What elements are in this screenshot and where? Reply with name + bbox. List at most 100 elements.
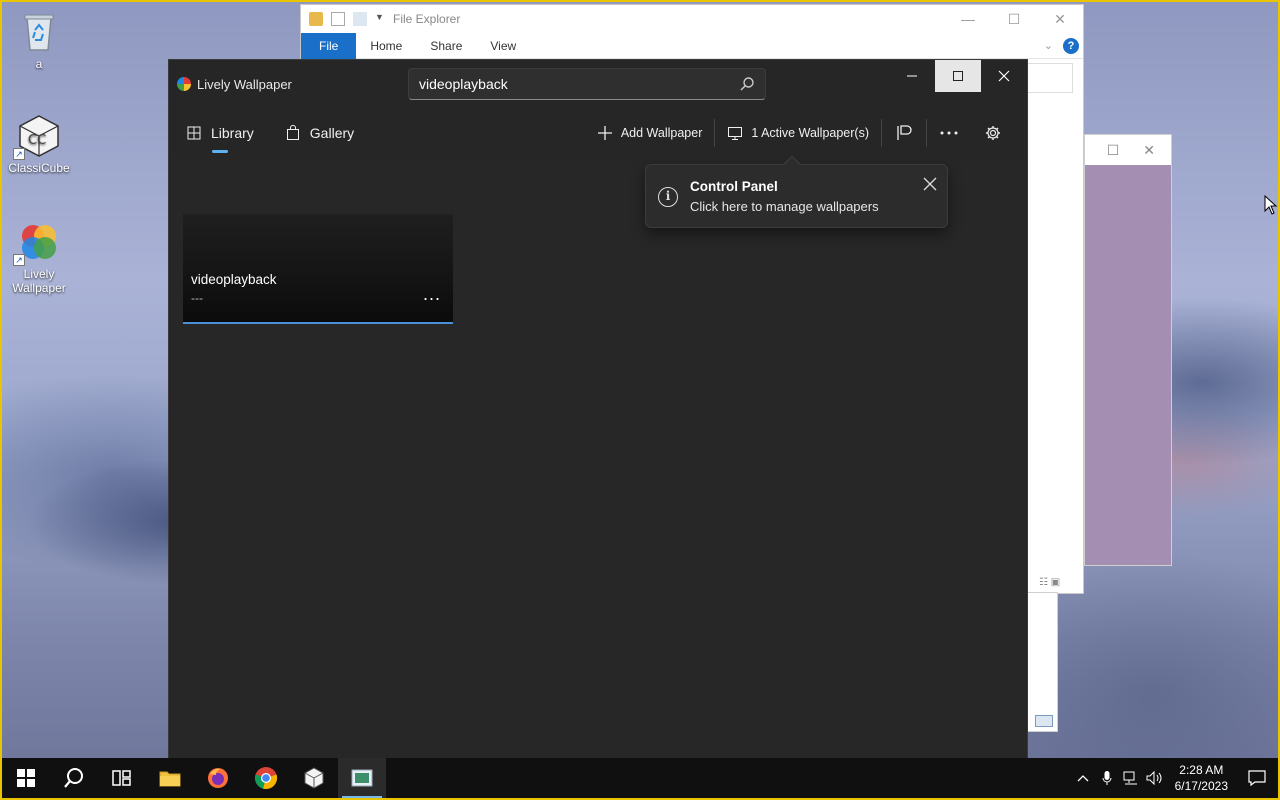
nav-gallery[interactable]: Gallery: [286, 115, 354, 151]
more-icon: [940, 131, 958, 135]
close-button[interactable]: ✕: [1143, 142, 1155, 159]
tab-file[interactable]: File: [301, 32, 357, 59]
action-center-button[interactable]: [1236, 770, 1278, 786]
desktop-icon-label: Lively Wallpaper: [12, 267, 66, 295]
new-folder-icon[interactable]: [353, 12, 367, 26]
notification-icon: [1248, 770, 1266, 786]
tooltip-title: Control Panel: [690, 179, 778, 194]
maximize-button[interactable]: [935, 60, 981, 92]
gear-icon: [986, 126, 1000, 140]
explorer-address-box[interactable]: [1027, 63, 1073, 93]
add-wallpaper-button[interactable]: Add Wallpaper: [585, 115, 715, 151]
classicube-taskbar-button[interactable]: [290, 758, 338, 798]
clock-date: 6/17/2023: [1174, 779, 1228, 793]
tooltip-message: Click here to manage wallpapers: [690, 199, 879, 214]
monitor-icon: [728, 127, 743, 140]
plus-icon: [597, 126, 612, 140]
windows-icon: [17, 769, 35, 787]
screensaver-button[interactable]: [882, 115, 926, 151]
lively-navbar: Library Gallery Add Wallpaper 1 Active W…: [169, 108, 1027, 158]
microphone-button[interactable]: [1095, 770, 1119, 786]
minimize-icon: [907, 75, 917, 77]
start-button[interactable]: [2, 758, 50, 798]
classicube-icon: [304, 767, 324, 789]
expand-ribbon-icon[interactable]: ⌄: [1044, 39, 1053, 52]
control-panel-tooltip[interactable]: i Control Panel Click here to manage wal…: [645, 155, 948, 228]
firefox-taskbar-button[interactable]: [194, 758, 242, 798]
add-wallpaper-label: Add Wallpaper: [620, 126, 703, 140]
nav-gallery-label: Gallery: [309, 125, 355, 141]
help-icon[interactable]: ?: [1063, 37, 1079, 54]
tab-home[interactable]: Home: [356, 33, 416, 59]
chevron-up-icon: [1077, 775, 1089, 782]
show-hidden-icons-button[interactable]: [1071, 774, 1095, 782]
lively-wallpaper-window[interactable]: Lively Wallpaper Libra: [168, 59, 1028, 763]
purple-window[interactable]: ☐ ✕: [1084, 134, 1172, 566]
desktop-icon-classicube[interactable]: CC ↗ ClassiCube: [3, 114, 75, 175]
shortcut-arrow-icon: ↗: [13, 254, 25, 266]
desktop-icon-recycle-bin[interactable]: a: [3, 10, 75, 71]
explorer-titlebar[interactable]: ▼ File Explorer — ☐ ✕: [301, 5, 1083, 33]
info-icon: i: [658, 187, 678, 207]
shortcut-arrow-icon: ↗: [13, 148, 25, 160]
taskbar: 2:28 AM 6/17/2023: [2, 758, 1278, 798]
tab-share[interactable]: Share: [416, 33, 476, 59]
lively-wallpaper-icon: ↗: [13, 220, 61, 266]
tooltip-close-button[interactable]: [923, 177, 937, 194]
nav-library[interactable]: Library: [187, 115, 254, 153]
flag-icon: [897, 125, 912, 140]
classicube-icon: CC ↗: [13, 114, 61, 160]
close-button[interactable]: ✕: [1037, 5, 1083, 33]
desktop-icon-lively[interactable]: ↗ Lively Wallpaper: [3, 220, 75, 295]
folder-icon: [159, 771, 181, 787]
explorer-title: File Explorer: [393, 12, 461, 26]
maximize-icon: [953, 71, 963, 81]
microphone-icon: [1102, 771, 1112, 785]
quick-access-dropdown-icon[interactable]: ▼: [375, 12, 384, 26]
lively-logo-icon: [177, 77, 191, 91]
chrome-icon: [254, 767, 278, 790]
shopping-bag-icon: [286, 125, 299, 140]
view-toggle-icon[interactable]: ☷ ▣: [1039, 577, 1073, 589]
active-wallpapers-button[interactable]: 1 Active Wallpaper(s): [715, 115, 881, 151]
volume-button[interactable]: [1143, 771, 1167, 785]
folder-icon: [309, 12, 323, 26]
search-box[interactable]: [408, 68, 766, 100]
minimize-button[interactable]: —: [945, 5, 991, 33]
lively-taskbar-button[interactable]: [338, 758, 386, 798]
settings-button[interactable]: [971, 115, 1015, 151]
tab-view[interactable]: View: [476, 33, 530, 59]
grid-icon: [187, 126, 201, 140]
clock[interactable]: 2:28 AM 6/17/2023: [1167, 762, 1236, 794]
maximize-button[interactable]: ☐: [1107, 142, 1120, 159]
search-button[interactable]: [50, 758, 98, 798]
mouse-cursor-icon: [1264, 195, 1278, 215]
desktop-icon-label: a: [35, 57, 43, 71]
close-button[interactable]: [981, 60, 1027, 92]
firefox-icon: [208, 768, 228, 788]
close-icon: [998, 70, 1010, 82]
file-explorer-taskbar-button[interactable]: [146, 758, 194, 798]
network-button[interactable]: [1119, 771, 1143, 785]
minimize-button[interactable]: [889, 60, 935, 92]
search-icon[interactable]: [739, 76, 755, 92]
more-options-button[interactable]: [927, 115, 971, 151]
wallpaper-card[interactable]: videoplayback --- ...: [183, 214, 453, 324]
view-toggle-icon[interactable]: [1035, 715, 1053, 727]
card-more-button[interactable]: ...: [423, 284, 441, 305]
maximize-button[interactable]: ☐: [991, 5, 1037, 33]
nav-library-label: Library: [211, 125, 254, 141]
search-input[interactable]: [419, 76, 739, 92]
window-content: [1085, 165, 1171, 565]
explorer-ribbon: File Home Share View ⌄ ?: [301, 32, 1083, 59]
chrome-taskbar-button[interactable]: [242, 758, 290, 798]
properties-icon[interactable]: [331, 12, 345, 26]
search-icon: [64, 768, 83, 788]
close-icon: [923, 177, 937, 191]
task-view-icon: [112, 770, 131, 786]
task-view-button[interactable]: [98, 758, 146, 798]
speaker-icon: [1146, 771, 1162, 785]
app-title: Lively Wallpaper: [197, 76, 292, 92]
network-icon: [1123, 771, 1137, 785]
lively-titlebar[interactable]: Lively Wallpaper: [169, 60, 1027, 108]
